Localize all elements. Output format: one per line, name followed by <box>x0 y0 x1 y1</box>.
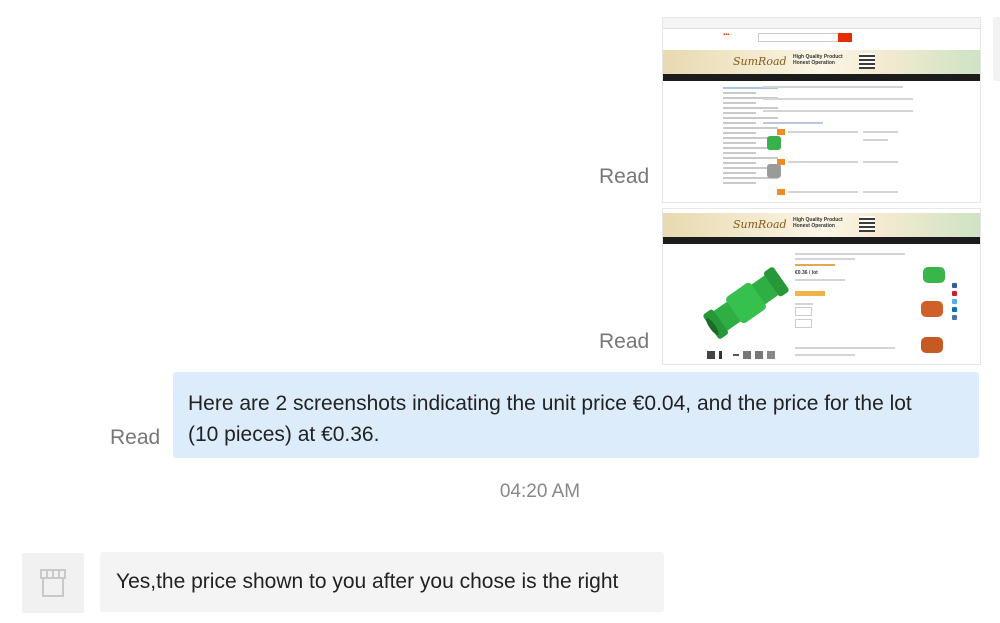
store-icon <box>40 569 66 597</box>
store-logo: ▪▪▪ <box>723 32 730 38</box>
qr-code-icon <box>859 216 875 232</box>
share-icon[interactable] <box>952 291 957 296</box>
screenshot-attachment[interactable]: ▪▪▪ SumRoad High Quality Product Honest … <box>662 17 981 203</box>
store-brand: SumRoad <box>733 218 787 231</box>
store-banner: SumRoad High Quality Product Honest Oper… <box>663 213 980 237</box>
nav-bar <box>663 74 980 81</box>
message-text: Yes,the price shown to you after you cho… <box>116 570 619 593</box>
product-thumbnail <box>767 136 781 150</box>
product-image <box>703 267 789 339</box>
message-text: (10 pieces) at €0.36. <box>188 423 380 446</box>
read-status: Read <box>599 165 650 188</box>
qr-code-icon <box>859 53 875 69</box>
nav-bar <box>663 237 980 244</box>
share-icon[interactable] <box>952 307 957 312</box>
banner-tagline: High Quality Product Honest Operation <box>793 217 843 229</box>
variant-swatch[interactable] <box>923 267 945 283</box>
store-brand: SumRoad <box>733 55 787 68</box>
image-thumb <box>707 351 715 359</box>
browser-topbar <box>663 18 980 29</box>
read-status: Read <box>110 426 161 449</box>
product-thumbnail <box>767 164 781 178</box>
store-banner: SumRoad High Quality Product Honest Oper… <box>663 50 980 74</box>
search-box <box>758 33 840 42</box>
message-text: Here are 2 screenshots indicating the un… <box>188 392 912 415</box>
incoming-message: Yes,the price shown to you after you cho… <box>100 552 664 612</box>
variant-swatch[interactable] <box>921 301 943 317</box>
share-icon[interactable] <box>952 299 957 304</box>
variant-swatch[interactable] <box>921 337 943 353</box>
banner-tagline: High Quality Product Honest Operation <box>793 54 843 66</box>
screenshot-attachment[interactable]: SumRoad High Quality Product Honest Oper… <box>662 208 981 365</box>
product-price: €0.36 / lot <box>795 270 818 276</box>
share-icon[interactable] <box>952 315 957 320</box>
avatar[interactable] <box>22 553 84 613</box>
scrollbar[interactable] <box>993 17 1000 81</box>
outgoing-message: Here are 2 screenshots indicating the un… <box>173 372 979 458</box>
search-button <box>838 33 852 42</box>
message-timestamp: 04:20 AM <box>499 481 581 502</box>
share-icon[interactable] <box>952 283 957 288</box>
read-status: Read <box>599 330 650 353</box>
